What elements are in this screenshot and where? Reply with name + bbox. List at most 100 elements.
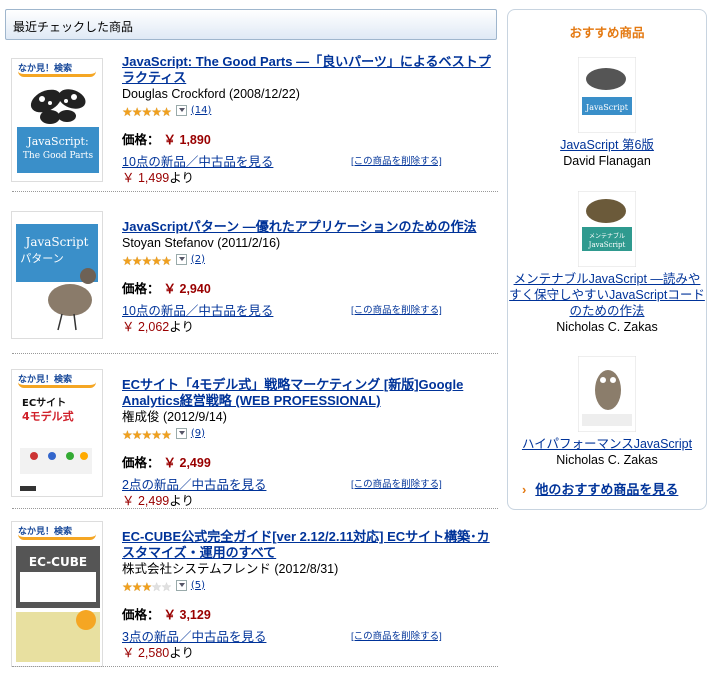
price-label: 価格： <box>122 282 160 296</box>
rating-row: ★★★★★ (9) <box>122 424 494 443</box>
price-row: 価格： ￥ 3,129 <box>122 604 494 623</box>
price-row: 価格： ￥ 1,890 <box>122 129 494 148</box>
new-used-offers-link[interactable]: 10点の新品／中古品を見る <box>122 155 273 169</box>
svg-text:4モデル式: 4モデル式 <box>22 409 74 423</box>
rating-row: ★★★★★ (14) <box>122 101 494 120</box>
item-author: 権成俊 (2012/9/14) <box>122 410 227 424</box>
book-cover[interactable] <box>577 355 637 433</box>
book-cover[interactable]: JavaScript <box>577 56 637 134</box>
item-title-link[interactable]: ECサイト「4モデル式」戦略マーケティング [新版]Google Analyti… <box>122 377 494 409</box>
delete-item-link[interactable]: [この商品を削除する] <box>351 302 442 316</box>
svg-text:ECサイト: ECサイト <box>22 397 66 409</box>
ec-book-illustration: ECサイト 4モデル式 <box>20 397 92 491</box>
delete-item-link[interactable]: [この商品を削除する] <box>351 628 442 642</box>
star-rating[interactable]: ★★★★★ <box>122 576 172 595</box>
lowest-price-row: ￥ 2,499より <box>122 490 494 509</box>
item-author: Stoyan Stefanov (2011/2/16) <box>122 236 281 250</box>
divider <box>12 508 498 509</box>
review-count-link[interactable]: (9) <box>191 428 205 439</box>
svg-text:EC-CUBE: EC-CUBE <box>29 555 87 569</box>
star-rating[interactable]: ★★★★★ <box>122 250 172 269</box>
recently-viewed-header: 最近チェックした商品 <box>5 9 497 40</box>
price-value: ￥ 2,940 <box>163 282 211 296</box>
recommended-title-link[interactable]: メンテナブルJavaScript ―読みやすく保守しやすいJavaScriptコ… <box>508 271 706 319</box>
review-count-link[interactable]: (2) <box>191 254 205 265</box>
recommended-author: Nicholas C. Zakas <box>556 320 658 334</box>
star-rating[interactable]: ★★★★★ <box>122 424 172 443</box>
delete-item-link[interactable]: [この商品を削除する] <box>351 153 442 167</box>
price-label: 価格： <box>122 456 160 470</box>
lowest-price-row: ￥ 1,499より <box>122 167 494 186</box>
svg-text:JavaScript: JavaScript <box>585 103 629 112</box>
item-author: 株式会社システムフレンド (2012/8/31) <box>122 562 339 576</box>
lowest-price: ￥ 2,580 <box>122 646 170 660</box>
new-used-offers-link[interactable]: 10点の新品／中古品を見る <box>122 304 273 318</box>
svg-text:JavaScript:: JavaScript: <box>26 135 88 148</box>
recommended-item: JavaScript JavaScript 第6版 David Flanagan <box>508 56 706 169</box>
price-value: ￥ 3,129 <box>163 608 211 622</box>
lowest-price: ￥ 2,062 <box>122 320 170 334</box>
owl-illustration <box>577 355 637 433</box>
price-row: 価格： ￥ 2,499 <box>122 452 494 471</box>
from-suffix: より <box>169 494 195 508</box>
tortoise-illustration: メンテナブル JavaScript <box>577 190 637 268</box>
book-cover[interactable]: なか見！検索 EC-CUBE <box>11 521 103 667</box>
lowest-price: ￥ 1,499 <box>122 171 170 185</box>
lowest-price-row: ￥ 2,580より <box>122 642 494 661</box>
svg-text:JavaScript: JavaScript <box>588 241 626 249</box>
star-rating[interactable]: ★★★★★ <box>122 101 172 120</box>
from-suffix: より <box>169 171 195 185</box>
rating-dropdown-icon[interactable] <box>175 427 187 439</box>
book-cover[interactable]: JavaScript パターン <box>11 211 103 339</box>
svg-text:The Good Parts: The Good Parts <box>23 151 94 161</box>
item-author: Douglas Crockford (2008/12/22) <box>122 87 300 101</box>
divider <box>12 353 498 354</box>
svg-text:パターン: パターン <box>20 252 63 265</box>
new-used-offers-link[interactable]: 2点の新品／中古品を見る <box>122 478 266 492</box>
chevron-right-icon: › <box>522 482 527 497</box>
butterfly-illustration: JavaScript: The Good Parts <box>17 89 99 173</box>
bird-illustration: JavaScript パターン <box>16 224 98 331</box>
book-cover[interactable]: メンテナブル JavaScript <box>577 190 637 268</box>
recommended-item: メンテナブル JavaScript メンテナブルJavaScript ―読みやす… <box>508 190 706 335</box>
delete-item-link[interactable]: [この商品を削除する] <box>351 476 442 490</box>
item-title-link[interactable]: EC-CUBE公式完全ガイド[ver 2.12/2.11対応] ECサイト構築･… <box>122 529 494 561</box>
svg-text:メンテナブル: メンテナブル <box>589 232 625 240</box>
svg-text:JavaScript: JavaScript <box>24 235 89 249</box>
rating-row: ★★★★★ (2) <box>122 250 494 269</box>
price-value: ￥ 2,499 <box>163 456 211 470</box>
more-recommendations: › 他のおすすめ商品を見る <box>522 479 678 498</box>
price-label: 価格： <box>122 608 160 622</box>
divider <box>12 666 498 667</box>
rhino-illustration: JavaScript <box>577 56 637 134</box>
divider <box>12 191 498 192</box>
recommended-author: David Flanagan <box>563 154 651 168</box>
item-title-link[interactable]: JavaScript: The Good Parts ―「良いパーツ」によるベス… <box>122 54 494 86</box>
review-count-link[interactable]: (14) <box>191 105 212 116</box>
lowest-price-row: ￥ 2,062より <box>122 316 494 335</box>
recommended-panel: おすすめ商品 JavaScript JavaScript 第6版 David F… <box>507 9 707 510</box>
more-recommendations-link[interactable]: 他のおすすめ商品を見る <box>535 482 678 497</box>
rating-dropdown-icon[interactable] <box>175 579 187 591</box>
rating-row: ★★★★★ (5) <box>122 576 494 595</box>
price-value: ￥ 1,890 <box>163 133 211 147</box>
price-label: 価格： <box>122 133 160 147</box>
rating-dropdown-icon[interactable] <box>175 253 187 265</box>
review-count-link[interactable]: (5) <box>191 580 205 591</box>
price-row: 価格： ￥ 2,940 <box>122 278 494 297</box>
recently-viewed-title: 最近チェックした商品 <box>13 20 134 34</box>
recommended-title-link[interactable]: JavaScript 第6版 <box>508 137 706 153</box>
item-title-link[interactable]: JavaScriptパターン ―優れたアプリケーションのための作法 <box>122 219 494 235</box>
rating-dropdown-icon[interactable] <box>175 104 187 116</box>
from-suffix: より <box>169 646 195 660</box>
from-suffix: より <box>169 320 195 334</box>
recommended-author: Nicholas C. Zakas <box>556 453 658 467</box>
eccube-book-illustration: EC-CUBE <box>16 546 100 662</box>
book-cover[interactable]: なか見！検索 JavaScript: The Good Parts <box>11 58 103 182</box>
lowest-price: ￥ 2,499 <box>122 494 170 508</box>
recently-viewed-panel: 最近チェックした商品 なか見！検索 JavaScript: The Good P… <box>5 9 498 667</box>
recommended-title-link[interactable]: ハイパフォーマンスJavaScript <box>508 436 706 452</box>
recommended-title: おすすめ商品 <box>569 25 645 40</box>
book-cover[interactable]: なか見！検索 ECサイト 4モデル式 <box>11 369 103 497</box>
new-used-offers-link[interactable]: 3点の新品／中古品を見る <box>122 630 266 644</box>
